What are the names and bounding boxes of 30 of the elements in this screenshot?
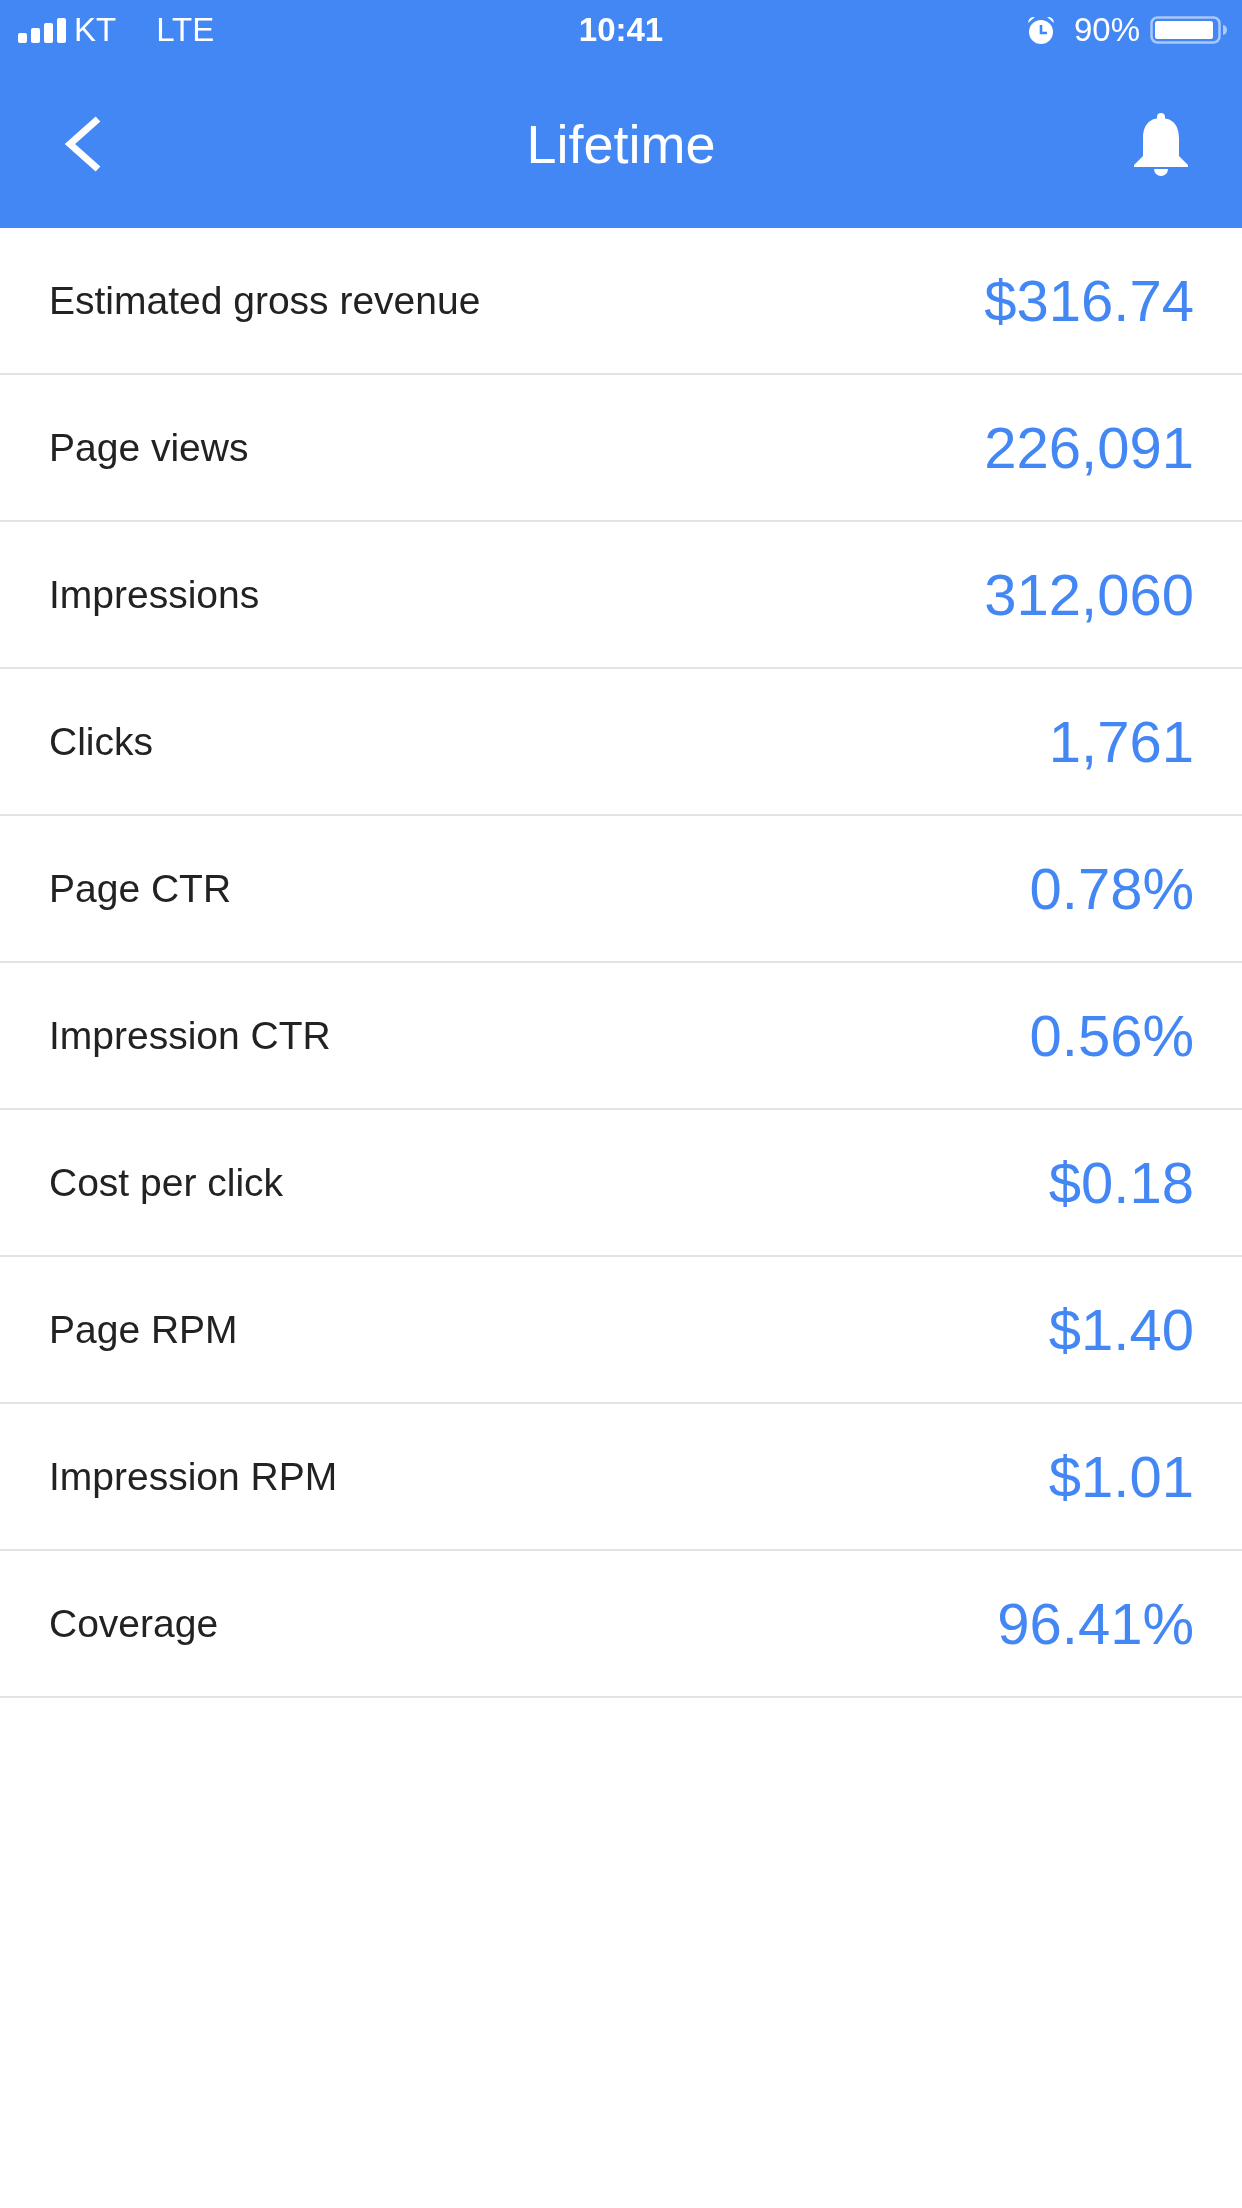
metric-label: Clicks [49,718,153,765]
metric-value: $0.18 [1048,1148,1194,1217]
metric-value: 96.41% [997,1589,1194,1658]
page-title: Lifetime [526,113,716,176]
metric-value: 226,091 [984,413,1194,482]
metric-label: Page RPM [49,1306,238,1353]
battery-percentage: 90% [1073,10,1140,50]
battery-icon [1150,16,1228,44]
signal-icon [18,17,66,43]
network-type: LTE [156,10,215,50]
metric-value: 312,060 [984,560,1194,629]
carrier-name: KT [74,10,117,50]
metric-value: $316.74 [984,266,1194,335]
metric-label: Page CTR [49,865,232,912]
metric-label: Impression RPM [49,1453,338,1500]
clock-time: 10:41 [578,10,664,50]
metric-label: Impressions [49,571,260,618]
metric-value: 0.56% [1029,1001,1194,1070]
bell-icon [1132,112,1190,176]
metric-value: 0.78% [1029,854,1194,923]
metric-label: Cost per click [49,1159,284,1206]
notifications-button[interactable] [1132,112,1190,176]
metric-label: Coverage [49,1600,219,1647]
metric-label: Page views [49,424,249,471]
metric-label: Estimated gross revenue [49,277,481,324]
alarm-clock-icon [1025,15,1056,45]
metric-label: Impression CTR [49,1012,331,1059]
metric-value: $1.01 [1048,1442,1194,1511]
metric-value: 1,761 [1048,707,1194,776]
metric-value: $1.40 [1048,1295,1194,1364]
